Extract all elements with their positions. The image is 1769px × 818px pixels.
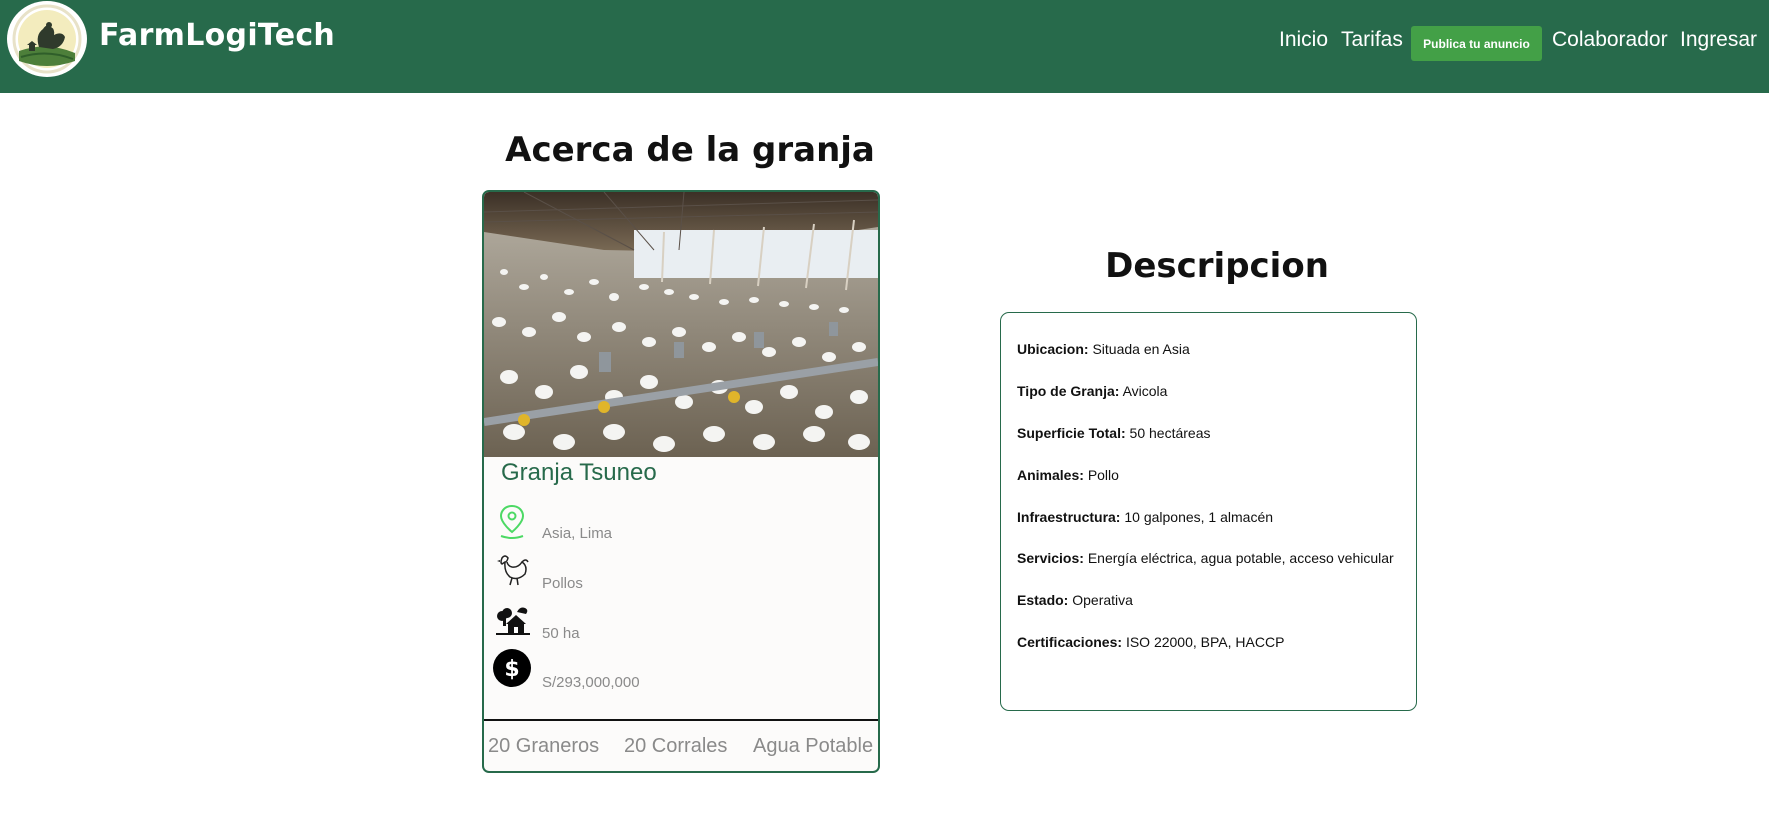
description-box: Ubicacion: Situada en Asia Tipo de Granj… bbox=[1000, 312, 1417, 711]
map-pin-icon bbox=[492, 502, 532, 542]
desc-ubicacion: Ubicacion: Situada en Asia bbox=[1017, 341, 1190, 357]
desc-certificaciones: Certificaciones: ISO 22000, BPA, HACCP bbox=[1017, 634, 1285, 650]
farm-name: Granja Tsuneo bbox=[501, 459, 657, 486]
feature-graneros: 20 Graneros bbox=[488, 735, 600, 757]
farm-location: Asia, Lima bbox=[542, 525, 613, 542]
svg-text:$: $ bbox=[504, 657, 519, 682]
description-title: Descripcion bbox=[1105, 246, 1329, 286]
farm-price: S/293,000,000 bbox=[542, 674, 640, 691]
about-title: Acerca de la granja bbox=[505, 130, 875, 170]
desc-estado: Estado: Operativa bbox=[1017, 592, 1133, 608]
nav-ingresar[interactable]: Ingresar bbox=[1680, 28, 1757, 52]
desc-servicios: Servicios: Energía eléctrica, agua potab… bbox=[1017, 550, 1394, 566]
farm-animal: Pollos bbox=[542, 575, 583, 592]
top-navbar: FarmLogiTech Inicio Tarifas Publica tu a… bbox=[0, 0, 1769, 93]
farm-hen-logo[interactable] bbox=[7, 1, 87, 77]
farm-area: 50 ha bbox=[542, 625, 580, 642]
nav-colaborador[interactable]: Colaborador bbox=[1552, 28, 1668, 52]
feature-corrales: 20 Corrales bbox=[624, 735, 728, 757]
farmhouse-icon bbox=[492, 602, 532, 642]
nav-inicio[interactable]: Inicio bbox=[1279, 28, 1328, 52]
farm-photo bbox=[484, 192, 878, 457]
desc-superficie: Superficie Total: 50 hectáreas bbox=[1017, 425, 1211, 441]
card-divider bbox=[484, 719, 878, 721]
desc-tipo: Tipo de Granja: Avicola bbox=[1017, 383, 1168, 399]
desc-animales: Animales: Pollo bbox=[1017, 467, 1119, 483]
chicken-icon bbox=[492, 550, 532, 590]
brand-name[interactable]: FarmLogiTech bbox=[99, 18, 335, 53]
desc-infraestructura: Infraestructura: 10 galpones, 1 almacén bbox=[1017, 509, 1274, 525]
publish-ad-button[interactable]: Publica tu anuncio bbox=[1411, 26, 1542, 61]
farm-card[interactable]: Granja Tsuneo Asia, Lima Pollos 50 ha $ … bbox=[482, 190, 880, 773]
dollar-coin-icon: $ bbox=[492, 648, 532, 688]
feature-agua: Agua Potable bbox=[753, 735, 874, 757]
nav-tarifas[interactable]: Tarifas bbox=[1341, 28, 1403, 52]
